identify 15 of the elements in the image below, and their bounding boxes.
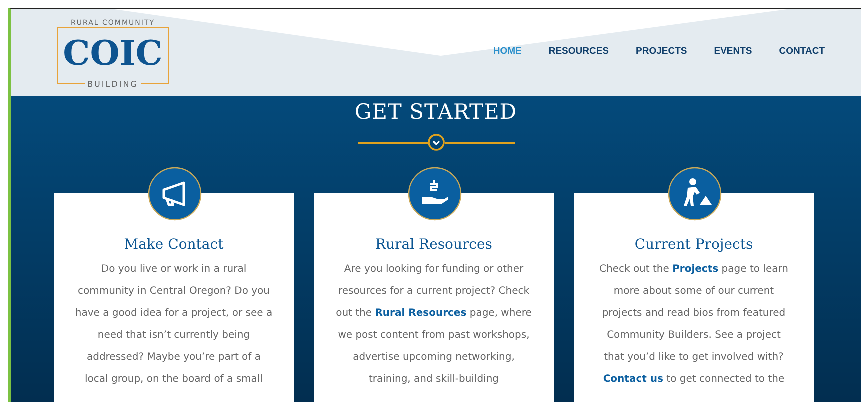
card-text: Check out the Projects page to learn more about some of our current projects and read bios from featured Community Builders. See a project that you’d like to get involved with? Contact us to get connected to the: [600, 263, 788, 387]
nav-link[interactable]: RESOURCES: [548, 46, 610, 59]
nav-link[interactable]: PROJECTS: [636, 46, 688, 59]
chevron-down-icon[interactable]: [428, 134, 444, 151]
nav-link[interactable]: CONTACT: [779, 46, 825, 59]
card-title: Rural Resources: [376, 237, 492, 253]
nav-link[interactable]: EVENTS: [714, 46, 752, 59]
section-title: GET STARTED: [354, 100, 518, 124]
text-link[interactable]: Rural Resources: [375, 308, 467, 319]
card-title: Make Contact: [124, 237, 224, 253]
text-link[interactable]: Projects: [672, 264, 719, 275]
card-text: Do you live or work in a rural community in Central Oregon? Do you have a good idea for a project, or see a need that isn’t currently being addressed? Maybe you’re part of a local group, on the board of a small: [75, 263, 273, 387]
text-link[interactable]: Contact us: [603, 374, 664, 385]
card-text: Are you looking for funding or other resources for a current project? Check out the Rural Resources page, where we post content from past workshops, advertise upcoming networking, training, and skill-building: [336, 263, 532, 387]
card-title: Current Projects: [634, 237, 754, 253]
